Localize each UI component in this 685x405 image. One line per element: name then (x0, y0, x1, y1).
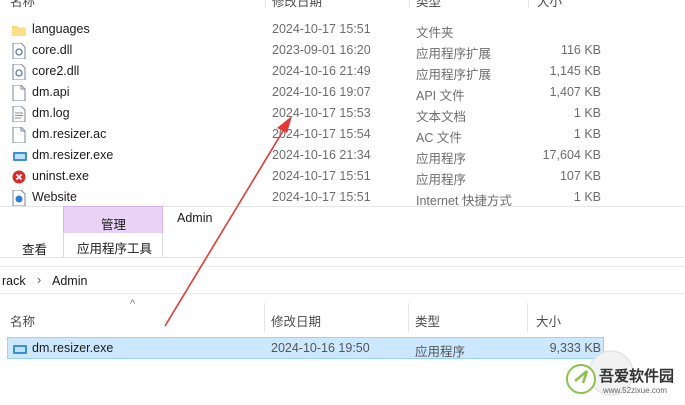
watermark-url: www.52zixue.com (603, 386, 668, 395)
annotation-arrow (164, 116, 292, 327)
watermark-logo: 吾爱软件园 www.52zixue.com (559, 349, 681, 401)
watermark-brand: 吾爱软件园 (599, 368, 675, 385)
